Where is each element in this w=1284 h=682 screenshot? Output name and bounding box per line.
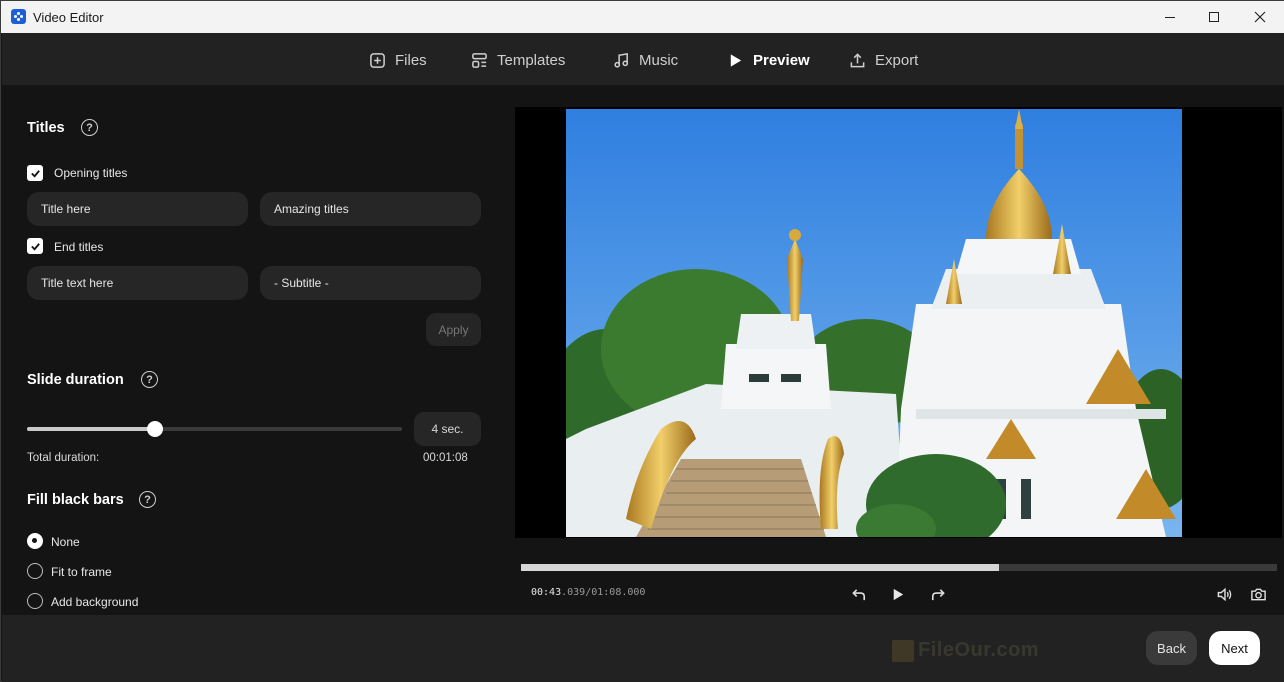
close-button[interactable]: [1237, 1, 1283, 33]
fill-black-bars-heading: Fill black bars: [27, 492, 124, 508]
total-duration-value: 00:01:08: [423, 452, 468, 464]
tab-files[interactable]: Files: [369, 50, 427, 70]
forward-button[interactable]: [927, 584, 947, 604]
end-title-input[interactable]: Title text here: [27, 266, 248, 300]
help-icon[interactable]: ?: [139, 491, 156, 508]
window-title: Video Editor: [33, 10, 104, 25]
playback-progress-bar[interactable]: [521, 564, 1277, 571]
timecode-current-ms: .039: [561, 587, 586, 598]
tab-export[interactable]: Export: [849, 50, 918, 70]
play-icon: [893, 588, 903, 600]
apply-button[interactable]: Apply: [426, 313, 481, 346]
back-button[interactable]: Back: [1146, 631, 1197, 665]
tab-music[interactable]: Music: [613, 50, 678, 70]
export-icon: [850, 52, 865, 67]
opening-titles-label: Opening titles: [54, 166, 128, 180]
rewind-button[interactable]: [849, 584, 869, 604]
tab-export-label: Export: [875, 51, 919, 69]
watermark-logo-icon: [892, 639, 914, 662]
play-icon: [730, 53, 742, 67]
radio-add-background-label: Add background: [51, 595, 139, 609]
radio-none[interactable]: [27, 533, 43, 549]
radio-none-label: None: [51, 535, 80, 549]
opening-titles-checkbox[interactable]: [27, 165, 43, 181]
slide-duration-value[interactable]: 4 sec.: [414, 412, 481, 446]
opening-subtitle-input[interactable]: Amazing titles: [260, 192, 481, 226]
tab-preview-label: Preview: [753, 51, 810, 69]
music-note-icon: [614, 52, 629, 68]
end-subtitle-input[interactable]: - Subtitle -: [260, 266, 481, 300]
maximize-icon: [1209, 12, 1219, 22]
play-button[interactable]: [887, 584, 907, 604]
end-titles-label: End titles: [54, 240, 104, 254]
templates-icon: [472, 52, 487, 68]
progress-fill: [521, 564, 999, 571]
watermark-text: FileOur.com: [918, 639, 1040, 661]
preview-image: [566, 109, 1182, 537]
slide-duration-slider[interactable]: [27, 421, 402, 437]
timecode-readout: 00:43.039/01:08.000: [531, 587, 645, 598]
app-window: Video Editor Files Templates Music Previ…: [0, 0, 1284, 682]
slide-duration-heading: Slide duration: [27, 372, 124, 388]
timecode-total: 01:08.000: [591, 587, 646, 598]
radio-fit-to-frame-label: Fit to frame: [51, 565, 112, 579]
minimize-icon: [1165, 16, 1175, 18]
timecode-current: 00:43: [531, 587, 562, 598]
maximize-button[interactable]: [1191, 1, 1237, 33]
total-duration-label: Total duration:: [27, 452, 100, 464]
undo-arrow-icon: [851, 588, 865, 600]
opening-title-input[interactable]: Title here: [27, 192, 248, 226]
titles-heading: Titles: [27, 120, 65, 136]
next-button[interactable]: Next: [1209, 631, 1260, 665]
volume-button[interactable]: [1214, 584, 1234, 604]
tab-templates-label: Templates: [497, 51, 566, 69]
volume-icon: [1217, 587, 1231, 601]
video-preview[interactable]: [515, 107, 1282, 538]
tab-files-label: Files: [395, 51, 427, 69]
checkmark-icon: [30, 169, 40, 178]
slider-fill: [27, 427, 155, 431]
help-icon[interactable]: ?: [141, 371, 158, 388]
radio-fit-to-frame[interactable]: [27, 563, 43, 579]
close-icon: [1254, 11, 1266, 23]
camera-icon: [1250, 588, 1266, 600]
app-logo-icon: [11, 9, 26, 24]
minimize-button[interactable]: [1147, 1, 1193, 33]
preview-panel: 00:43.039/01:08.000: [500, 85, 1284, 615]
end-titles-checkbox[interactable]: [27, 238, 43, 254]
settings-panel: Titles ? Opening titles Title here Amazi…: [2, 85, 500, 615]
checkmark-icon: [30, 242, 40, 251]
add-file-icon: [370, 52, 385, 68]
tab-music-label: Music: [639, 51, 679, 69]
watermark: FileOur.com: [892, 639, 1039, 662]
slider-handle[interactable]: [146, 421, 163, 437]
tab-preview[interactable]: Preview: [727, 50, 810, 70]
help-icon[interactable]: ?: [81, 119, 98, 136]
radio-add-background[interactable]: [27, 593, 43, 609]
top-navigation: Files Templates Music Preview Export: [2, 33, 1284, 85]
title-bar: Video Editor: [1, 1, 1284, 33]
tab-templates[interactable]: Templates: [471, 50, 565, 70]
snapshot-button[interactable]: [1248, 584, 1268, 604]
footer-bar: FileOur.com Back Next: [2, 615, 1284, 682]
redo-arrow-icon: [931, 588, 945, 600]
